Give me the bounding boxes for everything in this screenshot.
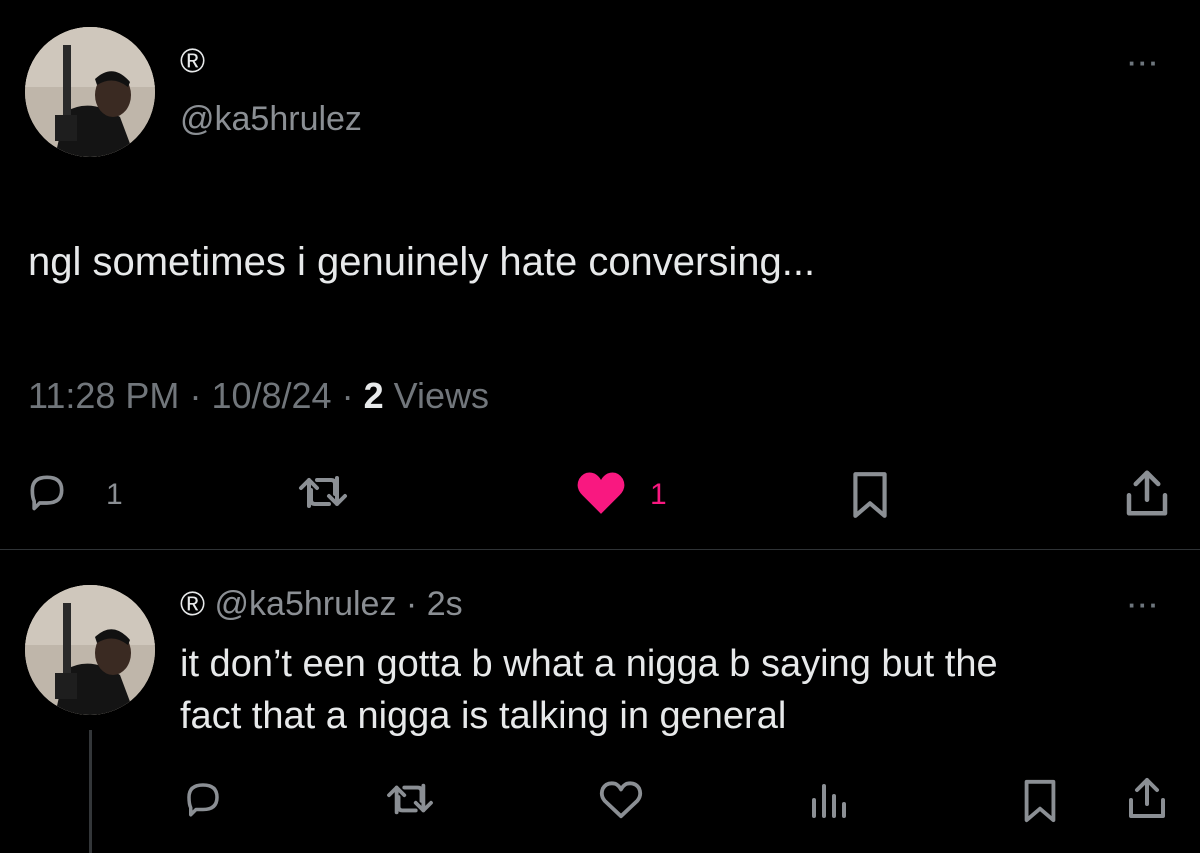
reply-display-name[interactable]: ® (180, 585, 205, 623)
views-count: 2 (363, 375, 384, 416)
retweet-icon[interactable] (296, 470, 350, 514)
reply-age[interactable]: 2s (427, 585, 463, 623)
views-label: Views (393, 375, 490, 416)
reply-avatar[interactable] (25, 585, 155, 715)
reply-bookmark-icon[interactable] (1020, 778, 1060, 824)
tweet-time[interactable]: 11:28 PM (28, 375, 179, 416)
analytics-icon[interactable] (808, 780, 848, 820)
meta-separator: · (189, 375, 202, 416)
heart-icon[interactable] (574, 468, 628, 516)
thread-line (89, 730, 92, 853)
tweet-text: ngl sometimes i genuinely hate conversin… (28, 240, 816, 284)
meta-separator: · (405, 585, 418, 623)
reply-reply-icon[interactable] (182, 778, 224, 820)
reply-retweet-icon[interactable] (385, 778, 435, 820)
reply-icon[interactable] (25, 470, 69, 514)
like-count: 1 (650, 478, 667, 511)
reply-count: 1 (106, 478, 123, 511)
divider (0, 549, 1200, 550)
reply-share-icon[interactable] (1125, 774, 1169, 822)
reply-header: ® @ka5hrulez · 2s (180, 585, 463, 624)
reply-text: it don’t een gotta b what a nigga b sayi… (180, 638, 998, 742)
handle[interactable]: @ka5hrulez (180, 100, 362, 139)
reply-text-line1: it don’t een gotta b what a nigga b sayi… (180, 643, 998, 685)
reply-handle[interactable]: @ka5hrulez (215, 585, 397, 623)
share-icon[interactable] (1122, 466, 1172, 520)
avatar[interactable] (25, 27, 155, 157)
tweet-meta: 11:28 PM · 10/8/24 · 2 Views (28, 375, 489, 417)
reply-text-line2: fact that a nigga is talking in general (180, 695, 787, 737)
tweet-date[interactable]: 10/8/24 (211, 375, 331, 416)
display-name[interactable]: ® (180, 42, 205, 81)
reply-more-options-icon[interactable]: ··· (1128, 590, 1160, 621)
reply-heart-icon[interactable] (598, 778, 644, 820)
bookmark-icon[interactable] (848, 470, 892, 520)
more-options-icon[interactable]: ··· (1128, 48, 1160, 79)
meta-separator: · (341, 375, 354, 416)
